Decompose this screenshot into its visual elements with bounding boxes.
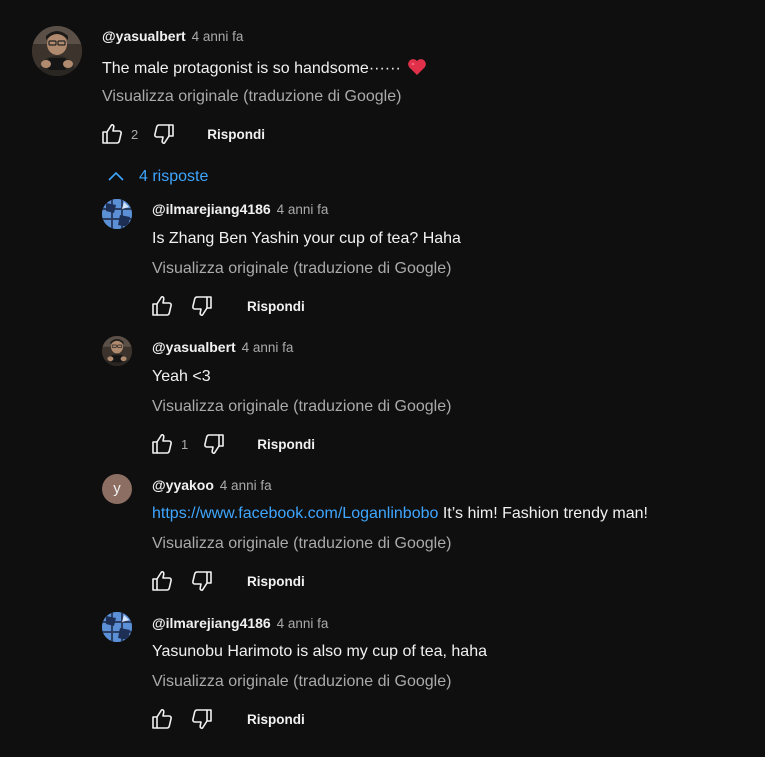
timestamp[interactable]: 4 anni fa bbox=[277, 616, 329, 631]
avatar-yasualbert[interactable] bbox=[102, 336, 132, 366]
avatar-letter: y bbox=[113, 479, 121, 497]
thumb-up-icon bbox=[152, 571, 172, 591]
see-original-link[interactable]: Visualizza originale (traduzione di Goog… bbox=[102, 88, 401, 106]
thumb-down-icon bbox=[192, 571, 212, 591]
timestamp[interactable]: 4 anni fa bbox=[242, 340, 294, 355]
comment-text: Yasunobu Harimoto is also my cup of tea,… bbox=[152, 643, 487, 660]
replies-toggle-button[interactable]: 4 risposte bbox=[106, 166, 208, 188]
dislike-button[interactable] bbox=[190, 294, 214, 318]
reply-comment: @yasualbert 4 anni fa Yeah <3 Visualizza… bbox=[0, 334, 765, 462]
comment-text: Yeah <3 bbox=[152, 368, 211, 385]
comment-actions: Rispondi bbox=[150, 294, 305, 318]
like-button[interactable] bbox=[150, 432, 174, 456]
dislike-button[interactable] bbox=[152, 122, 176, 146]
like-button[interactable] bbox=[100, 122, 124, 146]
comment-header: @yyakoo 4 anni fa bbox=[152, 477, 272, 493]
reply-comment: y @yyakoo 4 anni fa https://www.facebook… bbox=[0, 472, 765, 600]
like-button[interactable] bbox=[150, 707, 174, 731]
dislike-button[interactable] bbox=[190, 707, 214, 731]
comment-header: @ilmarejiang4186 4 anni fa bbox=[152, 201, 328, 217]
thumb-up-icon bbox=[152, 709, 172, 729]
comment-actions: Rispondi bbox=[150, 707, 305, 731]
comment-text: https://www.facebook.com/Loganlinbobo It… bbox=[152, 505, 648, 523]
main-comment: @yasualbert 4 anni fa The male protagoni… bbox=[0, 0, 765, 160]
author-name[interactable]: @yasualbert bbox=[102, 28, 186, 44]
author-name[interactable]: @ilmarejiang4186 bbox=[152, 201, 271, 217]
like-button[interactable] bbox=[150, 569, 174, 593]
author-name[interactable]: @yyakoo bbox=[152, 477, 214, 493]
like-count: 2 bbox=[131, 126, 139, 142]
timestamp[interactable]: 4 anni fa bbox=[192, 29, 244, 44]
comment-header: @yasualbert 4 anni fa bbox=[102, 28, 243, 44]
avatar-yasualbert[interactable] bbox=[32, 26, 82, 76]
comment-actions: 1 Rispondi bbox=[150, 432, 315, 456]
see-original-link[interactable]: Visualizza originale (traduzione di Goog… bbox=[152, 398, 451, 416]
like-button[interactable] bbox=[150, 294, 174, 318]
avatar-ilmarejiang4186[interactable] bbox=[102, 199, 132, 229]
timestamp[interactable]: 4 anni fa bbox=[277, 202, 329, 217]
comment-actions: Rispondi bbox=[150, 569, 305, 593]
like-count: 1 bbox=[181, 436, 189, 452]
see-original-link[interactable]: Visualizza originale (traduzione di Goog… bbox=[152, 673, 451, 691]
heart-emoji bbox=[407, 58, 427, 81]
comment-text-body: It’s him! Fashion trendy man! bbox=[438, 505, 648, 522]
comment-text: Is Zhang Ben Yashin your cup of tea? Hah… bbox=[152, 230, 461, 247]
thumb-down-icon bbox=[154, 124, 175, 144]
chevron-up-icon bbox=[108, 171, 124, 181]
comment-text: The male protagonist is so handsome·····… bbox=[102, 58, 427, 81]
comment-header: @ilmarejiang4186 4 anni fa bbox=[152, 615, 328, 631]
comment-actions: 2 Rispondi bbox=[100, 122, 265, 146]
comment-header: @yasualbert 4 anni fa bbox=[152, 339, 293, 355]
thumb-down-icon bbox=[192, 709, 212, 729]
thumb-up-icon bbox=[102, 124, 122, 144]
dislike-button[interactable] bbox=[190, 569, 214, 593]
reply-button[interactable]: Rispondi bbox=[247, 574, 305, 589]
thumb-up-icon bbox=[152, 434, 172, 454]
reply-comment: @ilmarejiang4186 4 anni fa Yasunobu Hari… bbox=[0, 610, 765, 738]
thumb-down-icon bbox=[192, 296, 212, 316]
timestamp[interactable]: 4 anni fa bbox=[220, 478, 272, 493]
author-name[interactable]: @ilmarejiang4186 bbox=[152, 615, 271, 631]
see-original-link[interactable]: Visualizza originale (traduzione di Goog… bbox=[152, 260, 451, 278]
reply-button[interactable]: Rispondi bbox=[257, 437, 315, 452]
thumb-up-icon bbox=[152, 296, 172, 316]
replies-count-label[interactable]: 4 risposte bbox=[139, 168, 208, 186]
thumb-down-icon bbox=[204, 434, 225, 454]
facebook-link[interactable]: https://www.facebook.com/Loganlinbobo bbox=[152, 505, 438, 522]
comment-text-body: The male protagonist is so handsome·····… bbox=[102, 60, 401, 77]
avatar-ilmarejiang4186[interactable] bbox=[102, 612, 132, 642]
reply-button[interactable]: Rispondi bbox=[247, 299, 305, 314]
reply-comment: @ilmarejiang4186 4 anni fa Is Zhang Ben … bbox=[0, 196, 765, 324]
dislike-button[interactable] bbox=[202, 432, 226, 456]
avatar-yyakoo[interactable]: y bbox=[102, 474, 132, 504]
see-original-link[interactable]: Visualizza originale (traduzione di Goog… bbox=[152, 535, 451, 553]
reply-button[interactable]: Rispondi bbox=[207, 127, 265, 142]
reply-button[interactable]: Rispondi bbox=[247, 712, 305, 727]
author-name[interactable]: @yasualbert bbox=[152, 339, 236, 355]
